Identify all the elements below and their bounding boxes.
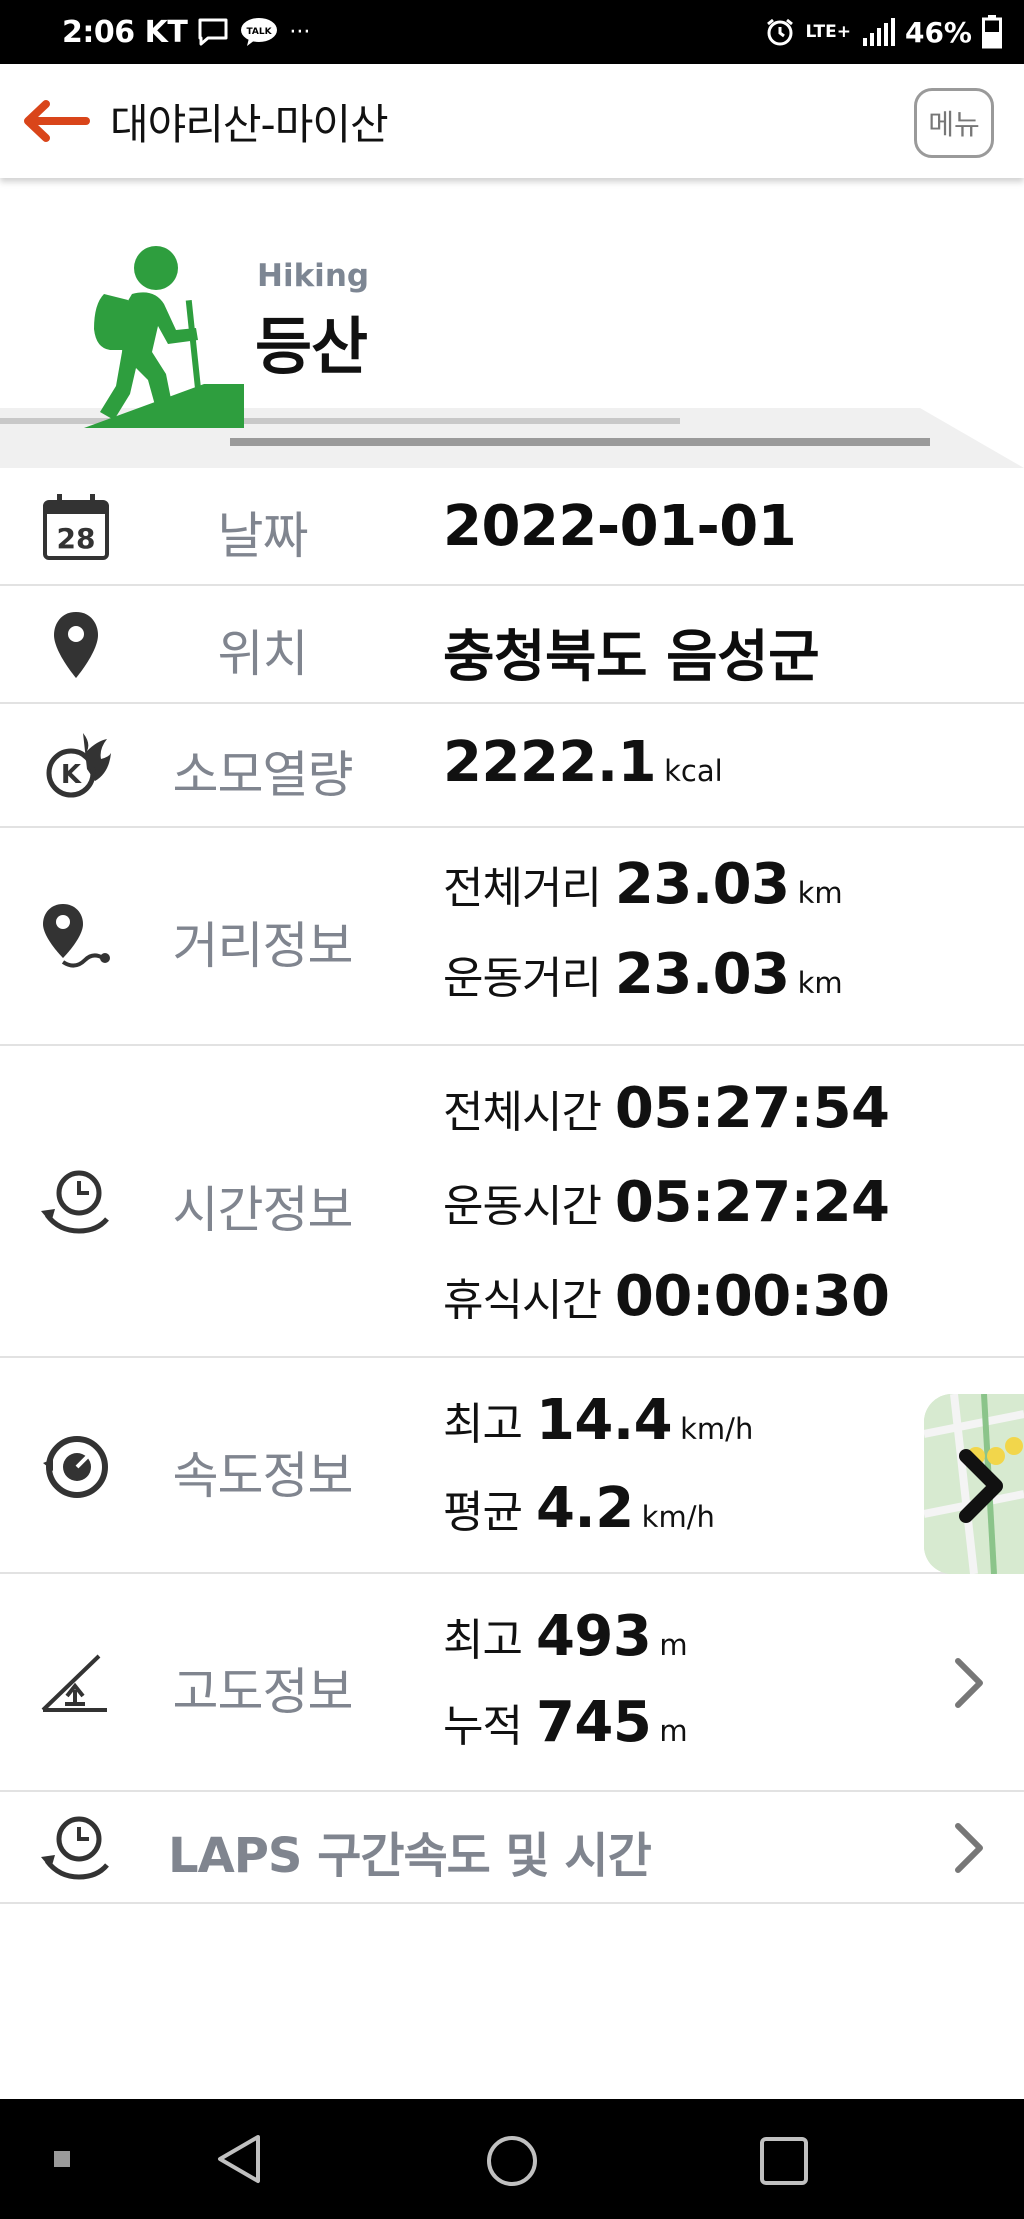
activity-hero: Hiking 등산 — [0, 178, 1024, 468]
laps-label: LAPS 구간속도 및 시간 — [168, 1828, 652, 1884]
row-calories: K 소모열량 2222.1 kcal — [0, 704, 1024, 828]
date-value: 2022-01-01 — [443, 494, 797, 559]
activity-type-en: Hiking — [257, 258, 370, 294]
recent-indicator-icon — [54, 2151, 70, 2167]
speedometer-icon — [36, 1426, 116, 1506]
back-arrow-icon — [24, 100, 90, 142]
avg-speed-line: 평균 4.2 km/h — [443, 1476, 715, 1541]
altitude-label: 고도정보 — [172, 1663, 354, 1721]
app-header: 대야리산-마이산 메뉴 — [0, 64, 1024, 178]
max-altitude-value: 493 — [535, 1604, 652, 1669]
status-carrier: KT — [144, 14, 188, 50]
status-more: ··· — [289, 19, 311, 45]
location-pin-icon — [36, 605, 116, 685]
cumulative-altitude-label: 누적 — [443, 1701, 523, 1752]
laps-clock-icon — [36, 1808, 116, 1888]
map-thumbnail-icon — [924, 1394, 1024, 1574]
route-pin-icon — [36, 897, 116, 977]
move-distance-label: 운동거리 — [443, 953, 602, 1004]
move-time-label: 운동시간 — [443, 1181, 602, 1232]
date-label: 날짜 — [217, 507, 309, 565]
status-time: 2:06 — [62, 14, 135, 50]
summary-list: 28 날짜 2022-01-01 위치 충청북도 음성군 K 소모열량 2222… — [0, 468, 1024, 1904]
calories-label: 소모열량 — [172, 746, 354, 804]
avg-speed-unit: km/h — [641, 1500, 715, 1534]
speed-label: 속도정보 — [172, 1447, 354, 1505]
distance-label: 거리정보 — [172, 917, 354, 975]
kakaotalk-icon: TALK — [239, 16, 279, 48]
total-time-line: 전체시간 05:27:54 — [443, 1076, 890, 1141]
calories-unit: kcal — [664, 754, 723, 788]
cumulative-altitude-line: 누적 745 m — [443, 1690, 688, 1755]
max-altitude-line: 최고 493 m — [443, 1604, 688, 1669]
row-distance: 거리정보 전체거리 23.03 km 운동거리 23.03 km — [0, 828, 1024, 1046]
map-thumbnail-button[interactable] — [924, 1394, 1024, 1574]
battery-icon — [982, 15, 1002, 49]
row-location: 위치 충청북도 음성군 — [0, 586, 1024, 704]
total-distance-unit: km — [797, 876, 843, 910]
svg-text:TALK: TALK — [247, 27, 273, 37]
hiker-icon — [84, 246, 244, 428]
avg-speed-value: 4.2 — [535, 1476, 634, 1541]
total-time-label: 전체시간 — [443, 1087, 602, 1138]
signal-icon — [861, 18, 895, 46]
calories-value: 2222.1 — [443, 730, 657, 795]
alarm-icon — [765, 17, 795, 47]
activity-type: 등산 — [255, 310, 368, 383]
location-label: 위치 — [217, 625, 309, 683]
max-speed-value: 14.4 — [535, 1388, 673, 1453]
calories-value-line: 2222.1 kcal — [443, 730, 723, 795]
altitude-slope-icon — [36, 1643, 116, 1723]
nav-home-icon[interactable] — [484, 2133, 540, 2189]
clock-cycle-icon — [36, 1162, 116, 1242]
max-altitude-label: 최고 — [443, 1615, 523, 1666]
max-altitude-unit: m — [659, 1628, 688, 1662]
row-speed[interactable]: 속도정보 최고 14.4 km/h 평균 4.2 km/h — [0, 1358, 1024, 1574]
time-label: 시간정보 — [172, 1181, 354, 1239]
navigation-bar — [0, 2099, 1024, 2219]
svg-text:28: 28 — [57, 522, 96, 555]
chevron-right-icon — [955, 1823, 983, 1873]
move-distance-unit: km — [797, 966, 843, 1000]
rest-time-label: 휴식시간 — [443, 1275, 602, 1326]
total-time-value: 05:27:54 — [614, 1076, 890, 1141]
total-distance-line: 전체거리 23.03 km — [443, 852, 843, 917]
message-icon — [197, 17, 229, 47]
back-button[interactable] — [0, 64, 110, 178]
move-distance-line: 운동거리 23.03 km — [443, 942, 843, 1007]
total-distance-label: 전체거리 — [443, 863, 602, 914]
menu-button[interactable]: 메뉴 — [914, 88, 994, 158]
nav-back-icon[interactable] — [214, 2133, 266, 2185]
row-time: 시간정보 전체시간 05:27:54 운동시간 05:27:24 휴식시간 00… — [0, 1046, 1024, 1358]
total-distance-value: 23.03 — [614, 852, 790, 917]
move-distance-value: 23.03 — [614, 942, 790, 1007]
rest-time-line: 휴식시간 00:00:30 — [443, 1264, 890, 1329]
move-time-line: 운동시간 05:27:24 — [443, 1170, 890, 1235]
battery-percent: 46% — [904, 15, 972, 49]
rest-time-value: 00:00:30 — [614, 1264, 890, 1329]
location-value: 충청북도 음성군 — [443, 625, 820, 690]
status-bar: 2:06 KT TALK ··· LTE+ 46% — [0, 0, 1024, 64]
max-speed-line: 최고 14.4 km/h — [443, 1388, 753, 1453]
nav-recents-icon[interactable] — [758, 2135, 810, 2187]
max-speed-label: 최고 — [443, 1399, 523, 1450]
avg-speed-label: 평균 — [443, 1487, 523, 1538]
cumulative-altitude-unit: m — [659, 1714, 688, 1748]
move-time-value: 05:27:24 — [614, 1170, 890, 1235]
chevron-right-icon — [955, 1658, 983, 1708]
max-speed-unit: km/h — [680, 1412, 754, 1446]
page-title: 대야리산-마이산 — [110, 99, 389, 149]
row-altitude[interactable]: 고도정보 최고 493 m 누적 745 m — [0, 1574, 1024, 1792]
svg-text:K: K — [61, 760, 82, 790]
row-laps[interactable]: LAPS 구간속도 및 시간 — [0, 1792, 1024, 1904]
calorie-fire-icon: K — [36, 726, 116, 806]
calendar-icon: 28 — [36, 487, 116, 567]
cumulative-altitude-value: 745 — [535, 1690, 652, 1755]
network-type: LTE+ — [805, 21, 851, 42]
row-date: 28 날짜 2022-01-01 — [0, 468, 1024, 586]
